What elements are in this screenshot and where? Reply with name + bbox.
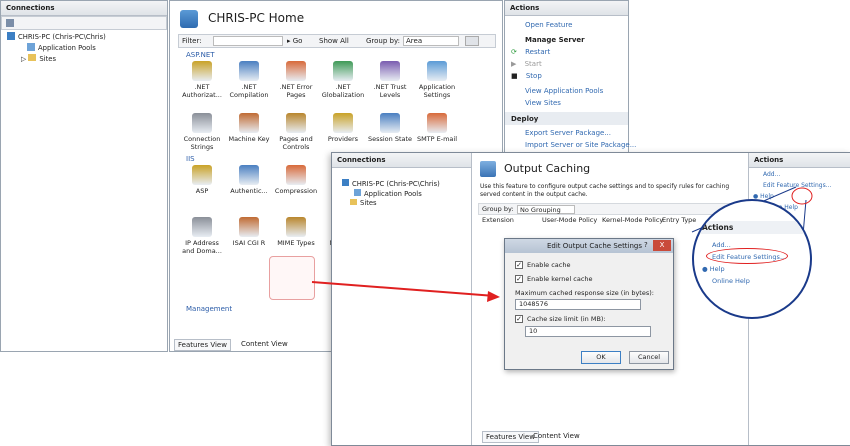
zoom-actions-header: Actions: [694, 221, 810, 234]
zoom-online-help-link[interactable]: Online Help: [712, 277, 750, 285]
red-arrow: [311, 281, 496, 297]
red-arrowhead: [487, 291, 500, 302]
zoom-add-link[interactable]: Add...: [712, 241, 731, 249]
zoom-help-link[interactable]: ● Help: [702, 265, 725, 273]
zoom-magnifier: Actions Add... Edit Feature Settings... …: [692, 199, 812, 319]
help-icon: ●: [702, 265, 710, 273]
zoom-edit-highlight: [706, 248, 788, 264]
target-circle: [791, 187, 813, 205]
